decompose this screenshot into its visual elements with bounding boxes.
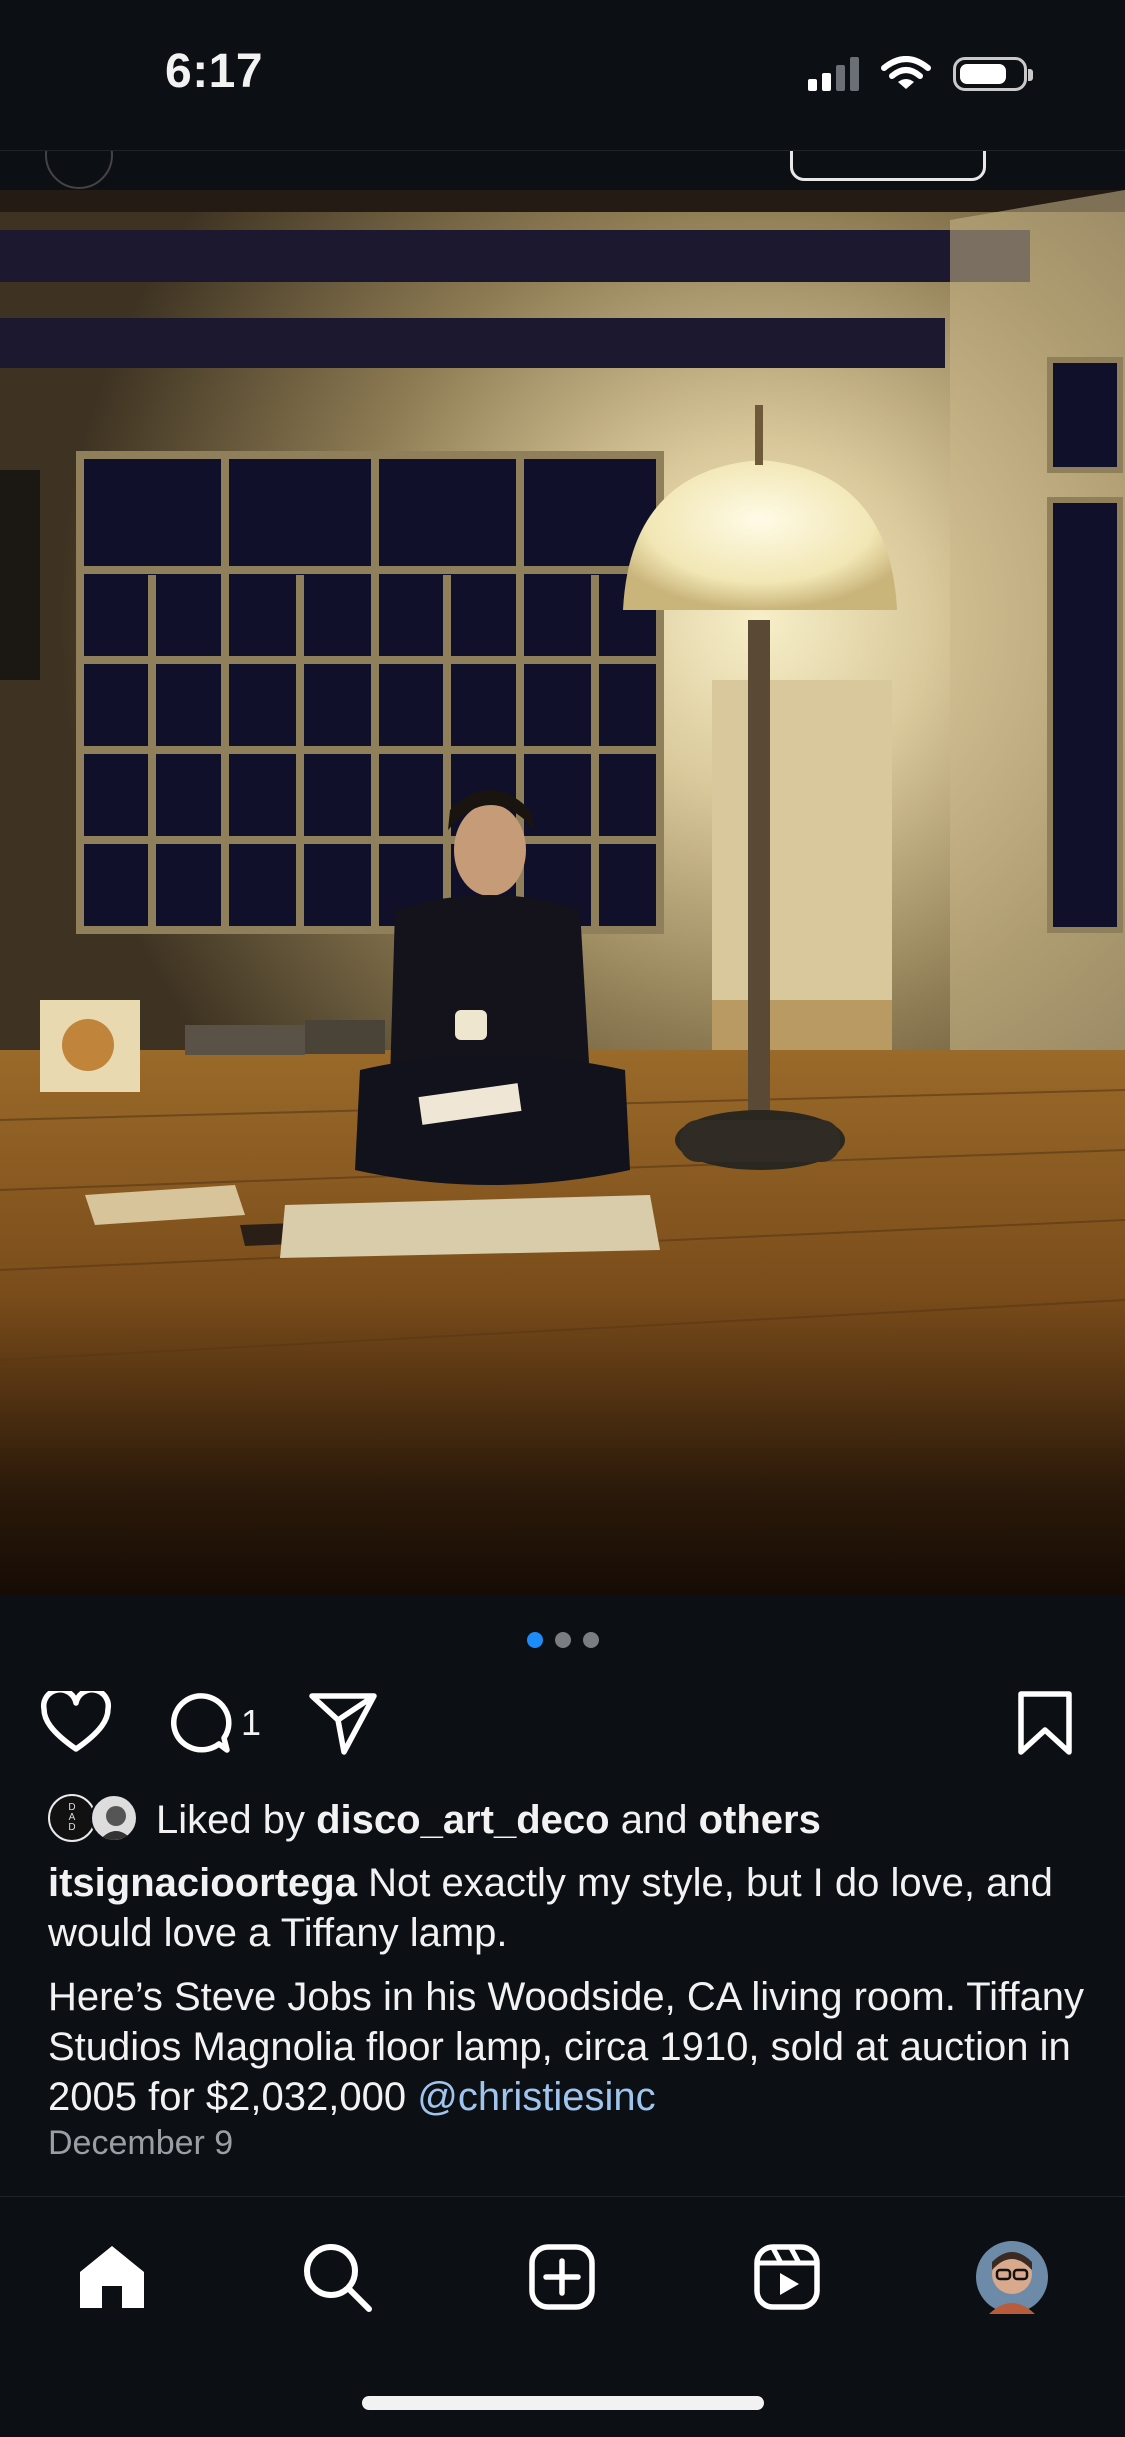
cellular-signal-icon bbox=[808, 57, 859, 91]
status-time: 6:17 bbox=[165, 45, 264, 98]
status-bar: 6:17 bbox=[0, 0, 1125, 150]
post-photo-illustration bbox=[0, 190, 1125, 1595]
liker-avatar-1-text: D A D bbox=[68, 1802, 76, 1833]
comment-bubble-icon bbox=[171, 1693, 232, 1753]
likes-prefix: Liked by bbox=[156, 1797, 305, 1842]
tab-home[interactable] bbox=[72, 2237, 152, 2317]
caption-mention-link[interactable]: @christiesinc bbox=[417, 2075, 655, 2119]
post-author-avatar[interactable] bbox=[45, 151, 113, 189]
post-action-bar: 1 bbox=[0, 1688, 1125, 1758]
post-header-remnant bbox=[0, 150, 1125, 191]
liker-avatars[interactable]: D A D bbox=[48, 1794, 142, 1846]
post-caption: itsignacioortega Not exactly my style, b… bbox=[48, 1858, 1088, 2122]
wifi-icon bbox=[881, 56, 931, 89]
tab-reels[interactable] bbox=[747, 2237, 827, 2317]
tab-profile[interactable] bbox=[972, 2237, 1052, 2317]
share-button[interactable] bbox=[308, 1688, 378, 1758]
likes-summary[interactable]: D A D Liked by disco_art_deco and others bbox=[48, 1794, 821, 1846]
heart-icon bbox=[40, 1691, 112, 1752]
carousel-dot-2[interactable] bbox=[554, 1632, 571, 1648]
home-icon bbox=[80, 2246, 144, 2308]
post-photo[interactable] bbox=[0, 190, 1125, 1595]
caption-paragraph-2: Here’s Steve Jobs in his Woodside, CA li… bbox=[48, 1972, 1088, 2122]
caption-username[interactable]: itsignacioortega bbox=[48, 1861, 357, 1905]
like-button[interactable] bbox=[40, 1688, 112, 1758]
caption-paragraph-1: itsignacioortega Not exactly my style, b… bbox=[48, 1858, 1088, 1958]
bookmark-icon bbox=[1018, 1691, 1072, 1755]
liker-avatar-2 bbox=[90, 1794, 138, 1842]
comment-button[interactable]: 1 bbox=[163, 1688, 261, 1758]
battery-icon bbox=[953, 57, 1033, 91]
comment-count: 1 bbox=[241, 1702, 262, 1743]
likes-joiner: and bbox=[620, 1797, 688, 1842]
carousel-dot-1[interactable] bbox=[526, 1632, 543, 1648]
save-button[interactable] bbox=[1016, 1688, 1074, 1758]
status-icons bbox=[808, 56, 1033, 92]
reels-icon bbox=[754, 2244, 820, 2310]
tab-create[interactable] bbox=[522, 2237, 602, 2317]
liker-avatar-1: D A D bbox=[48, 1794, 96, 1842]
post-date: December 9 bbox=[48, 2124, 234, 2162]
paper-plane-icon bbox=[309, 1693, 377, 1755]
profile-avatar bbox=[976, 2241, 1048, 2314]
carousel-indicator[interactable] bbox=[0, 1632, 1125, 1648]
home-indicator[interactable] bbox=[362, 2396, 764, 2410]
create-post-icon bbox=[529, 2244, 595, 2310]
likes-others[interactable]: others bbox=[699, 1798, 821, 1843]
tab-search[interactable] bbox=[297, 2237, 377, 2317]
carousel-dot-3[interactable] bbox=[582, 1632, 599, 1648]
liker-username[interactable]: disco_art_deco bbox=[316, 1798, 609, 1843]
search-icon bbox=[304, 2244, 372, 2312]
follow-button[interactable] bbox=[790, 151, 986, 181]
